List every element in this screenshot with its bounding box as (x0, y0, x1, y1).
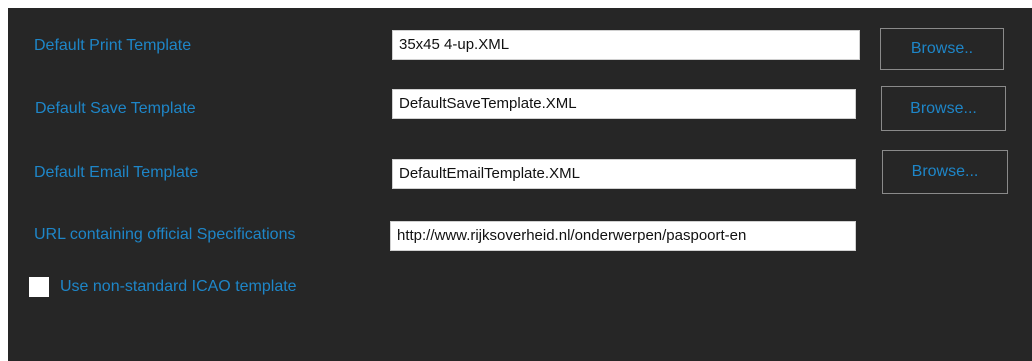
print-template-label: Default Print Template (34, 37, 192, 54)
email-template-browse-button[interactable]: Browse... (882, 150, 1008, 194)
non-standard-icao-label: Use non-standard ICAO template (60, 278, 297, 295)
email-template-field[interactable]: DefaultEmailTemplate.XML (392, 159, 856, 189)
save-template-label: Default Save Template (35, 100, 196, 117)
template-settings-panel: Default Print Template 35x45 4-up.XML Br… (8, 8, 1032, 361)
print-template-field[interactable]: 35x45 4-up.XML (392, 30, 860, 60)
specifications-url-field[interactable]: http://www.rijksoverheid.nl/onderwerpen/… (390, 221, 856, 251)
save-template-field[interactable]: DefaultSaveTemplate.XML (392, 89, 856, 119)
print-template-browse-button[interactable]: Browse.. (880, 28, 1004, 70)
specifications-url-label: URL containing official Specifications (34, 226, 296, 243)
email-template-label: Default Email Template (34, 164, 199, 181)
save-template-browse-button[interactable]: Browse... (881, 86, 1006, 131)
non-standard-icao-checkbox[interactable] (29, 277, 49, 297)
